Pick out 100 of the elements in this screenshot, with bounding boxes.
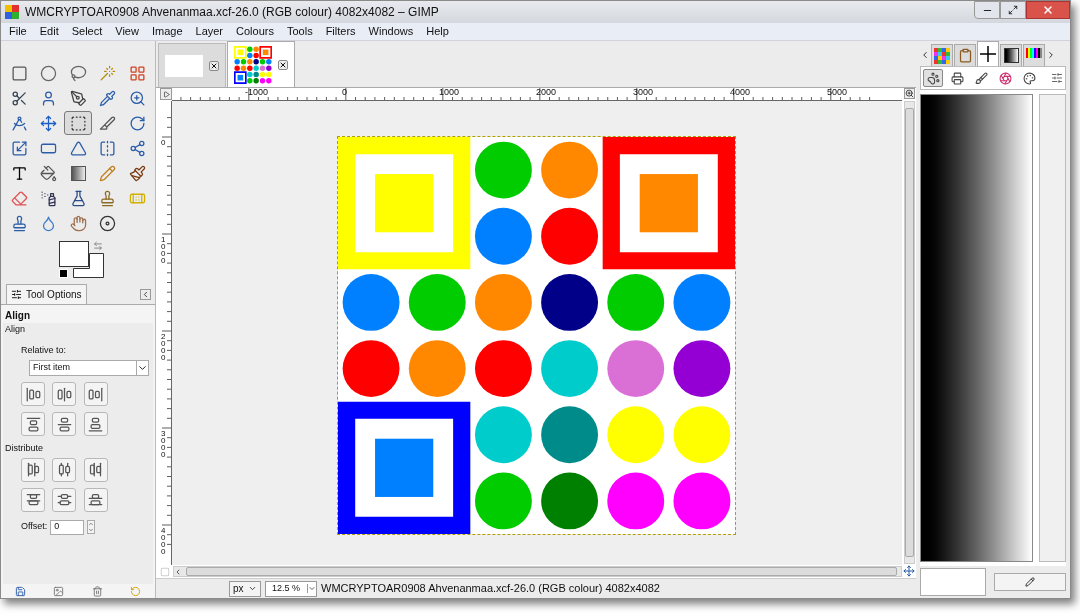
- compass-icon: [10, 114, 28, 132]
- relative-select[interactable]: First item: [29, 360, 149, 376]
- align-button[interactable]: [52, 457, 77, 482]
- align-button[interactable]: [83, 487, 108, 512]
- ruler-label: 4000: [161, 527, 167, 555]
- close-icon[interactable]: [209, 60, 219, 71]
- gradient-icon: [70, 165, 86, 181]
- align-button[interactable]: [21, 382, 45, 406]
- move-icon: [40, 114, 58, 132]
- align-button[interactable]: [52, 412, 77, 436]
- status-text: WMCRYPTOAR0908 Ahvenanmaa.xcf-26.0 (RGB colour) 4082x4082: [321, 581, 660, 597]
- color-select-icon: [128, 64, 146, 82]
- tool-options-tab[interactable]: Tool Options: [6, 284, 87, 304]
- stamp-icon: [10, 214, 28, 232]
- list-scrollbar[interactable]: [1039, 94, 1066, 562]
- brush-shape-icon: [980, 46, 996, 62]
- image-canvas[interactable]: [338, 137, 735, 534]
- align-button[interactable]: [21, 487, 45, 512]
- navigate-icon[interactable]: [903, 565, 915, 577]
- align-icon: [25, 416, 41, 432]
- align-icon: [88, 416, 104, 432]
- horizontal-scrollbar[interactable]: [173, 566, 902, 577]
- menu-item[interactable]: Colours: [236, 23, 274, 40]
- cage-icon: [128, 139, 146, 157]
- background-color-swatch[interactable]: [73, 253, 104, 278]
- paw-icon: [926, 71, 940, 85]
- foreground-color-swatch[interactable]: [59, 241, 89, 267]
- align-icon: [25, 386, 41, 402]
- dock-button[interactable]: [923, 69, 943, 87]
- menu-item[interactable]: Select: [71, 23, 103, 40]
- align-button[interactable]: [21, 412, 45, 436]
- rectangle-select-icon: [10, 64, 28, 82]
- scroll-left-icon[interactable]: [174, 567, 182, 576]
- offset-label: Offset:: [21, 520, 48, 534]
- menu-item[interactable]: Edit: [39, 23, 59, 40]
- window-title: WMCRYPTOAR0908 Ahvenanmaa.xcf-26.0 (RGB colour) 4082x4082 – GIMP: [25, 4, 439, 21]
- panel-menu-icon[interactable]: [140, 289, 151, 300]
- close-icon[interactable]: [278, 59, 288, 70]
- menu-item[interactable]: File: [9, 23, 27, 40]
- menu-item[interactable]: View: [115, 23, 139, 40]
- default-colors-icon[interactable]: [59, 269, 68, 278]
- group-label: Align: [4, 323, 26, 336]
- align-icon: [56, 416, 72, 432]
- align-button[interactable]: [83, 412, 108, 436]
- dock-tab[interactable]: [977, 41, 999, 66]
- menu-item[interactable]: Windows: [368, 23, 414, 40]
- align-icon: [56, 462, 72, 477]
- dropdown-icon: [136, 361, 148, 375]
- printer-icon: [950, 71, 964, 85]
- menu-item[interactable]: Tools: [286, 23, 313, 40]
- ruler-label: 0: [161, 139, 167, 146]
- ruler-label: 4000: [730, 88, 751, 98]
- airbrush-icon: [40, 189, 58, 207]
- ellipse-select-icon: [40, 64, 58, 82]
- scroll-right-icon[interactable]: [1046, 50, 1056, 60]
- delete-icon[interactable]: [91, 585, 103, 597]
- image-thumbnail: [234, 45, 272, 84]
- hand-icon: [69, 214, 87, 232]
- dock-tab[interactable]: [1023, 44, 1045, 66]
- align-button[interactable]: [83, 382, 108, 406]
- tool-button[interactable]: [64, 111, 93, 135]
- zoom-select[interactable]: 12.5 %: [265, 580, 317, 597]
- app-icon: [5, 5, 19, 19]
- swap-icon[interactable]: [93, 241, 103, 251]
- menu-item[interactable]: Image: [151, 23, 183, 40]
- vertical-scrollbar[interactable]: [903, 101, 915, 564]
- maximize-button[interactable]: [1000, 1, 1026, 19]
- wand-icon: [99, 64, 117, 82]
- restore-icon[interactable]: [53, 585, 65, 597]
- options-title: Align: [4, 309, 31, 323]
- align-icon: [88, 462, 104, 477]
- sliders-icon[interactable]: [1051, 72, 1063, 84]
- burn-icon: [99, 214, 117, 232]
- paintbrush-icon: [128, 164, 146, 182]
- align-icon: [25, 462, 41, 477]
- align-button[interactable]: [52, 382, 77, 406]
- align-icon: [69, 114, 87, 132]
- scale-icon: [10, 139, 28, 157]
- close-button[interactable]: [1026, 1, 1070, 19]
- text-icon: [10, 164, 28, 182]
- image-tab[interactable]: [227, 41, 295, 87]
- image-thumbnail: [165, 54, 203, 77]
- offset-field[interactable]: 0: [50, 519, 85, 535]
- menu-item[interactable]: Layer: [195, 23, 224, 40]
- dock-tab[interactable]: [1000, 44, 1022, 66]
- zoom-icon[interactable]: [903, 88, 915, 99]
- menu-item[interactable]: Help: [426, 23, 449, 40]
- view-menu-button[interactable]: [160, 88, 172, 100]
- name-field[interactable]: [920, 568, 986, 596]
- distribute-label: Distribute: [4, 442, 44, 455]
- save-icon[interactable]: [14, 585, 26, 597]
- eraser-icon: [10, 189, 28, 207]
- scroll-left-icon[interactable]: [920, 50, 930, 60]
- align-button[interactable]: [83, 457, 108, 482]
- menu-item[interactable]: Filters: [325, 23, 356, 40]
- flip-icon: [99, 139, 117, 157]
- ruler-label: 5000: [827, 88, 848, 98]
- unit-select[interactable]: px: [229, 580, 261, 597]
- align-button[interactable]: [52, 487, 77, 512]
- align-button[interactable]: [21, 457, 45, 482]
